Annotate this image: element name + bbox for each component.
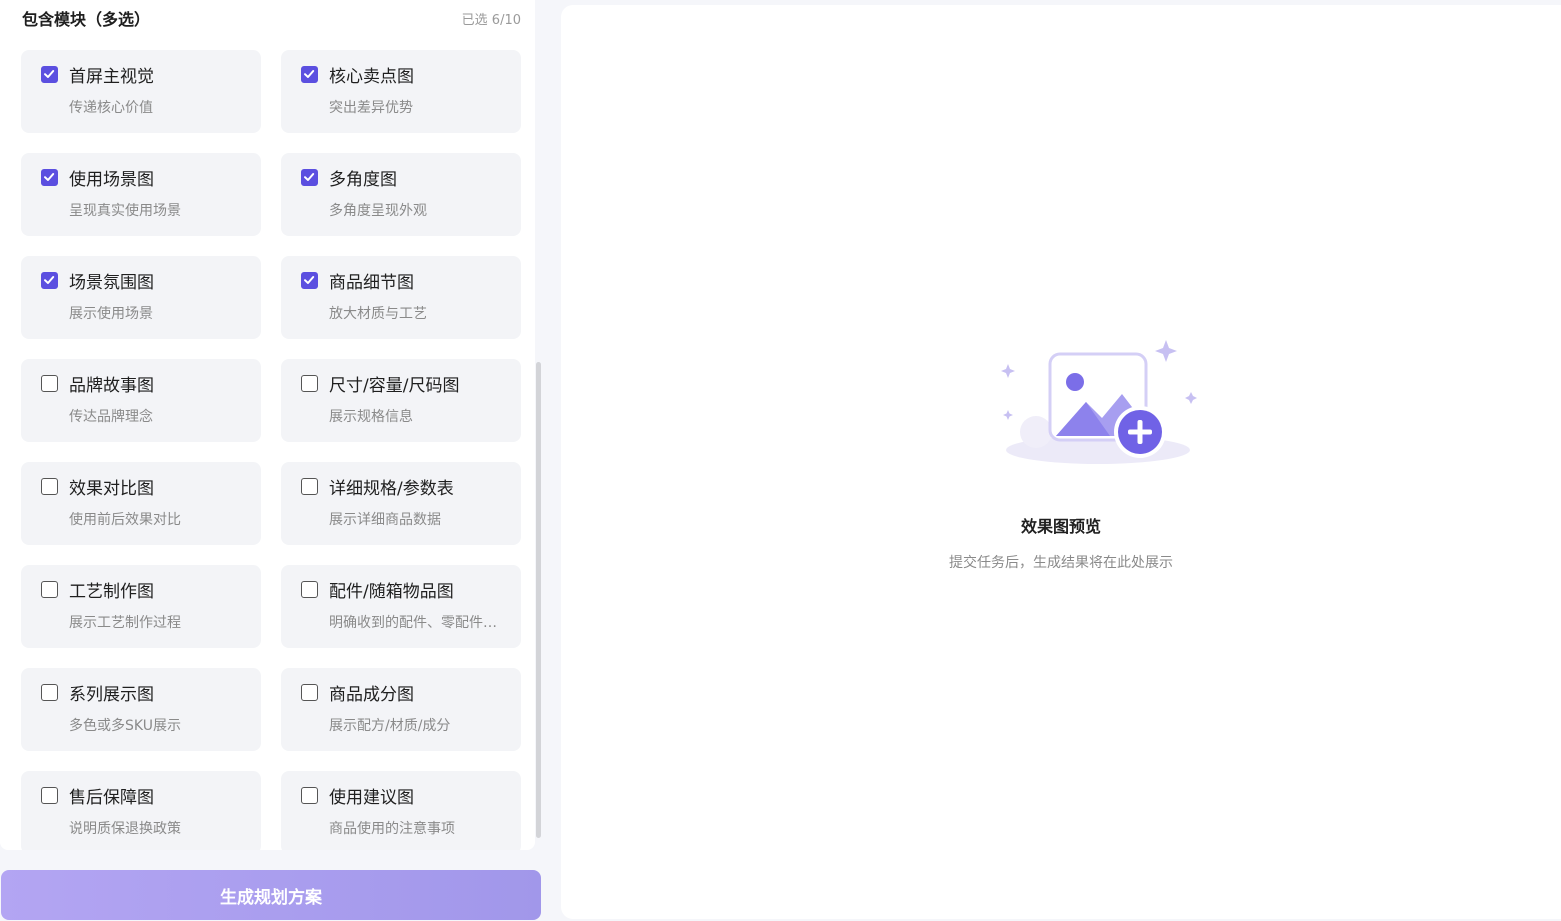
module-title: 商品细节图 [329, 273, 414, 293]
module-description: 展示配方/材质/成分 [329, 718, 451, 734]
module-title: 详细规格/参数表 [329, 479, 454, 499]
module-card[interactable]: 系列展示图多色或多SKU展示 [21, 668, 261, 751]
module-card[interactable]: 售后保障图说明质保退换政策 [21, 771, 261, 850]
module-description: 突出差异优势 [329, 100, 413, 116]
module-title: 核心卖点图 [329, 67, 414, 87]
module-title: 多角度图 [329, 170, 397, 190]
module-card[interactable]: 品牌故事图传达品牌理念 [21, 359, 261, 442]
module-card[interactable]: 多角度图多角度呈现外观 [281, 153, 521, 236]
module-checkbox[interactable] [301, 581, 318, 598]
preview-title: 效果图预览 [1020, 517, 1101, 536]
module-checkbox[interactable] [41, 375, 58, 392]
module-card[interactable]: 配件/随箱物品图明确收到的配件、零配件… [281, 565, 521, 648]
module-card[interactable]: 首屏主视觉传递核心价值 [21, 50, 261, 133]
module-grid: 首屏主视觉 传递核心价值 核心卖点图 突出差异优势 使用场景图 呈现真实使用场景 多角度图多… [21, 50, 521, 850]
section-title: 包含模块（多选） [22, 10, 151, 29]
module-checkbox[interactable] [41, 787, 58, 804]
module-title: 系列展示图 [69, 685, 154, 705]
scrollbar-thumb[interactable] [536, 362, 541, 838]
module-description: 展示规格信息 [329, 409, 413, 425]
module-card[interactable]: 效果对比图使用前后效果对比 [21, 462, 261, 545]
module-checkbox[interactable] [301, 66, 318, 83]
generate-plan-button[interactable]: 生成规划方案 [1, 870, 541, 920]
module-checkbox[interactable] [301, 787, 318, 804]
module-description: 展示使用场景 [69, 306, 153, 322]
module-title: 使用场景图 [69, 170, 154, 190]
module-card[interactable]: 尺寸/容量/尺码图展示规格信息 [281, 359, 521, 442]
module-description: 多色或多SKU展示 [69, 718, 181, 734]
module-title: 工艺制作图 [69, 582, 154, 602]
preview-subtitle: 提交任务后，生成结果将在此处展示 [949, 555, 1173, 571]
module-title: 商品成分图 [329, 685, 414, 705]
module-card[interactable]: 场景氛围图展示使用场景 [21, 256, 261, 339]
module-checkbox[interactable] [301, 272, 318, 289]
module-card[interactable]: 使用场景图呈现真实使用场景 [21, 153, 261, 236]
module-card[interactable]: 商品细节图放大材质与工艺 [281, 256, 521, 339]
module-checkbox[interactable] [41, 478, 58, 495]
module-description: 说明质保退换政策 [69, 821, 181, 837]
module-title: 场景氛围图 [69, 273, 154, 293]
module-description: 展示详细商品数据 [329, 512, 441, 528]
module-title: 使用建议图 [329, 788, 414, 808]
module-description: 放大材质与工艺 [329, 306, 427, 322]
module-checkbox[interactable] [41, 272, 58, 289]
module-card[interactable]: 工艺制作图展示工艺制作过程 [21, 565, 261, 648]
module-panel: 包含模块（多选） 已选 6/10 首屏主视觉 传递核心价值 核心卖点图 突出差异优势使… [0, 0, 535, 850]
image-add-icon [998, 332, 1198, 476]
module-title: 首屏主视觉 [69, 67, 154, 87]
module-card[interactable]: 使用建议图商品使用的注意事项 [281, 771, 521, 850]
module-checkbox[interactable] [41, 581, 58, 598]
module-title: 配件/随箱物品图 [329, 582, 454, 602]
module-card[interactable]: 商品成分图展示配方/材质/成分 [281, 668, 521, 751]
module-card[interactable]: 详细规格/参数表展示详细商品数据 [281, 462, 521, 545]
module-checkbox[interactable] [41, 169, 58, 186]
module-checkbox[interactable] [301, 684, 318, 701]
module-description: 传达品牌理念 [69, 409, 153, 425]
module-title: 售后保障图 [69, 788, 154, 808]
module-title: 尺寸/容量/尺码图 [329, 376, 460, 396]
module-checkbox[interactable] [301, 478, 318, 495]
module-checkbox[interactable] [41, 66, 58, 83]
module-checkbox[interactable] [41, 684, 58, 701]
selected-count: 已选 6/10 [461, 13, 521, 28]
module-title: 效果对比图 [69, 479, 154, 499]
module-description: 多角度呈现外观 [329, 203, 427, 219]
preview-panel: 效果图预览 提交任务后，生成结果将在此处展示 [561, 5, 1561, 919]
module-card[interactable]: 核心卖点图突出差异优势 [281, 50, 521, 133]
module-description: 展示工艺制作过程 [69, 615, 181, 631]
module-checkbox[interactable] [301, 375, 318, 392]
module-title: 品牌故事图 [69, 376, 154, 396]
module-description: 使用前后效果对比 [69, 512, 181, 528]
module-description: 明确收到的配件、零配件… [329, 615, 497, 631]
module-description: 呈现真实使用场景 [69, 203, 181, 219]
module-description: 商品使用的注意事项 [329, 821, 455, 837]
module-checkbox[interactable] [301, 169, 318, 186]
module-description: 传递核心价值 [69, 100, 153, 116]
